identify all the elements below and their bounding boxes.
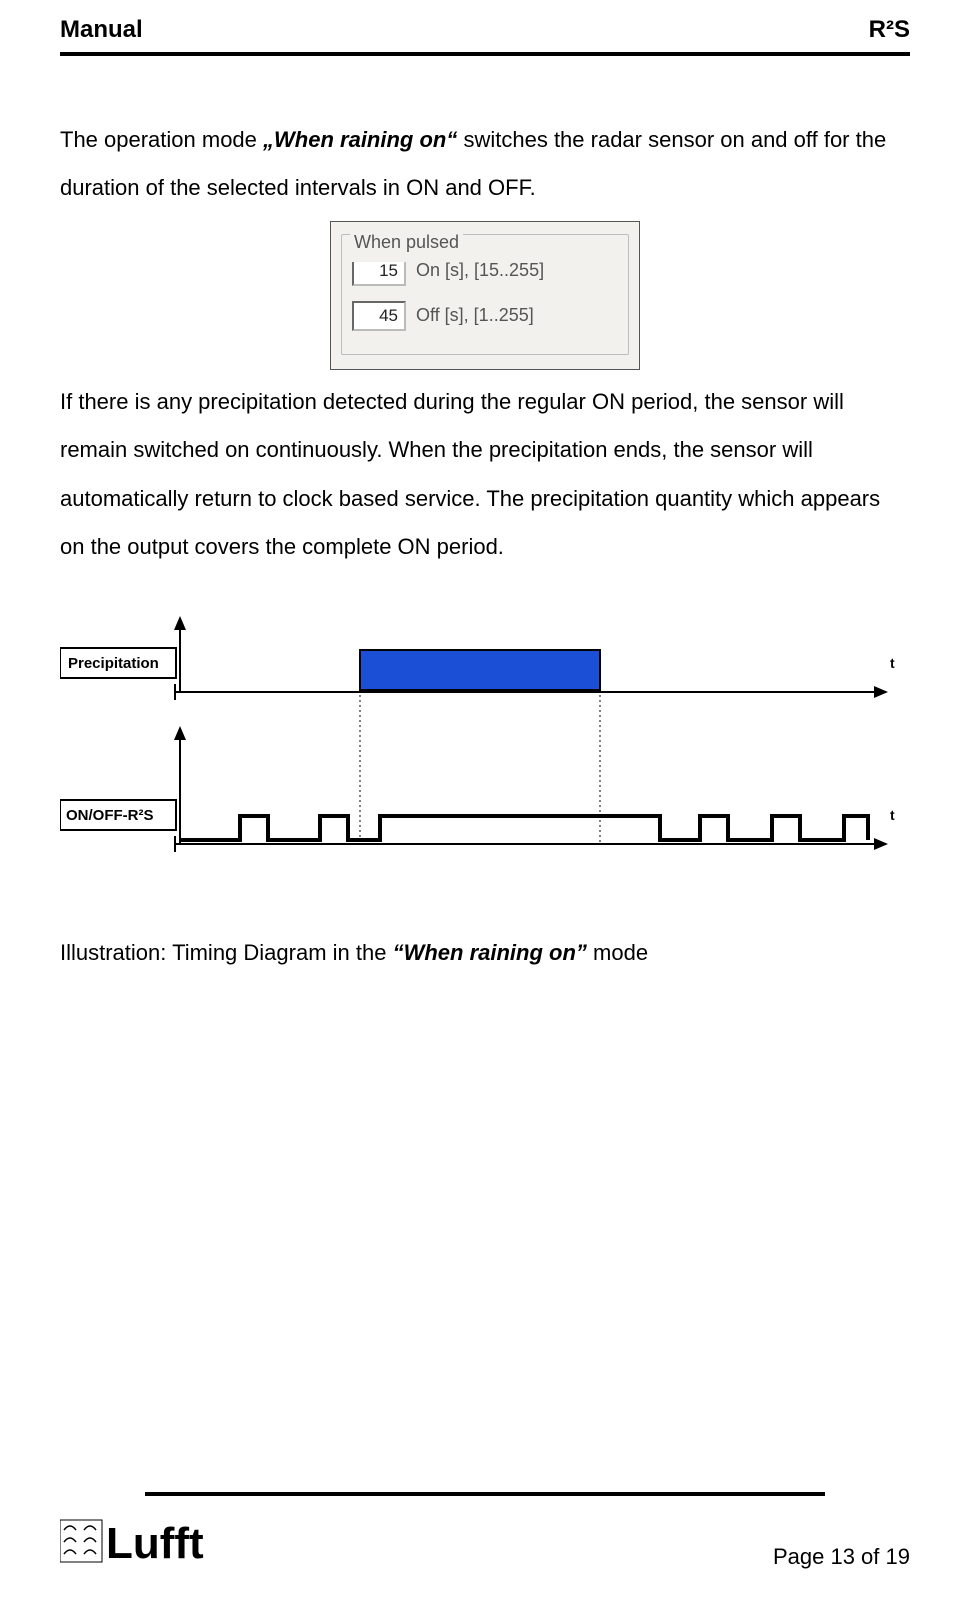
para1-mode: „When raining on“ (263, 127, 457, 152)
header-left: Manual (60, 16, 143, 44)
page-footer: Lufft Page 13 of 19 (60, 1492, 910, 1570)
para1-pre: The operation mode (60, 127, 263, 152)
timing-diagram: t Precipitation t ON/OFF-R²S (60, 612, 910, 889)
caption-pre: Illustration: Timing Diagram in the (60, 940, 393, 965)
lufft-logo: Lufft (60, 1514, 270, 1570)
caption-mode: “When raining on” (393, 940, 587, 965)
onoff-label: ON/OFF-R²S (66, 807, 154, 824)
axis-t-bottom: t (890, 807, 895, 823)
header-right: R²S (869, 16, 910, 44)
axis-t-top: t (890, 655, 895, 671)
page-number: Page 13 of 19 (773, 1544, 910, 1570)
paragraph-intro: The operation mode „When raining on“ swi… (60, 116, 910, 213)
diagram-caption: Illustration: Timing Diagram in the “Whe… (60, 929, 910, 977)
paragraph-detail: If there is any precipitation detected d… (60, 378, 910, 572)
off-seconds-label: Off [s], [1..255] (416, 296, 534, 336)
caption-post: mode (587, 940, 648, 965)
footer-rule (145, 1492, 825, 1496)
logo-text: Lufft (106, 1519, 204, 1568)
off-seconds-input[interactable]: 45 (352, 301, 406, 331)
when-pulsed-dialog: When pulsed 15 On [s], [15..255] 45 Off … (330, 221, 640, 370)
precipitation-label: Precipitation (68, 655, 159, 672)
page-header: Manual R²S (60, 16, 910, 50)
dialog-legend: When pulsed (350, 223, 463, 263)
